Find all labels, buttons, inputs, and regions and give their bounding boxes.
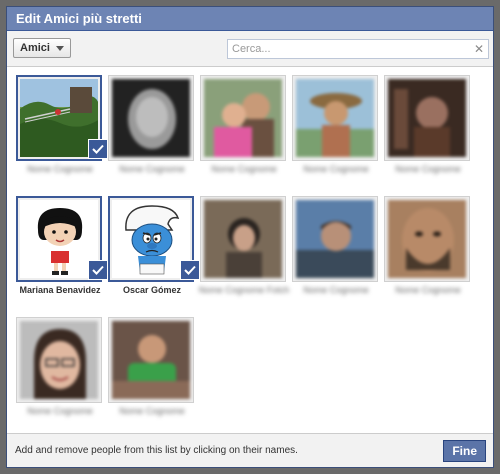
friends-filter-label: Amici bbox=[20, 42, 50, 54]
friend-photo bbox=[20, 321, 98, 399]
friend-name: Nome Cognome bbox=[303, 285, 369, 295]
dialog-toolbar: Amici ✕ bbox=[7, 31, 493, 67]
friend-name: Nome Cognome bbox=[303, 164, 369, 174]
dialog-title: Edit Amici più stretti bbox=[16, 11, 142, 26]
friend-photo-frame bbox=[200, 196, 286, 282]
friend-photo-frame bbox=[200, 75, 286, 161]
friend-photo bbox=[112, 321, 190, 399]
checkmark-icon bbox=[88, 139, 108, 159]
friend-photo bbox=[204, 200, 282, 278]
friend-tile[interactable]: Nome Cognome bbox=[108, 317, 196, 435]
friend-photo-frame bbox=[108, 75, 194, 161]
dialog-footer: Add and remove people from this list by … bbox=[7, 433, 493, 467]
friend-photo bbox=[20, 79, 98, 157]
friends-grid: Nome Cognome Nome Cognome Nome Cognome N… bbox=[7, 67, 493, 435]
friend-photo bbox=[112, 200, 190, 278]
friend-name: Nome Cognome Fotch bbox=[198, 285, 290, 295]
checkmark-icon bbox=[88, 260, 108, 280]
friend-name: Nome Cognome bbox=[119, 164, 185, 174]
friend-tile[interactable]: Oscar Gómez bbox=[108, 196, 200, 314]
friend-photo bbox=[296, 79, 374, 157]
friend-photo-frame bbox=[384, 196, 470, 282]
friend-name: Nome Cognome bbox=[27, 406, 93, 416]
checkmark-icon bbox=[180, 260, 200, 280]
friend-tile[interactable]: Nome Cognome bbox=[292, 196, 380, 314]
friend-tile[interactable]: Nome Cognome bbox=[200, 75, 288, 193]
friend-name: Nome Cognome bbox=[211, 164, 277, 174]
friend-tile[interactable]: Nome Cognome bbox=[16, 75, 108, 193]
friend-photo-frame bbox=[108, 317, 194, 403]
friend-photo bbox=[112, 79, 190, 157]
friend-tile[interactable]: Mariana Benavidez bbox=[16, 196, 108, 314]
dialog-titlebar: Edit Amici più stretti bbox=[7, 7, 493, 31]
friend-tile[interactable]: Nome Cognome bbox=[108, 75, 196, 193]
search-input[interactable] bbox=[228, 40, 468, 58]
friend-photo bbox=[296, 200, 374, 278]
friend-photo-frame bbox=[16, 317, 102, 403]
close-icon[interactable]: ✕ bbox=[474, 42, 484, 56]
friend-name: Nome Cognome bbox=[395, 164, 461, 174]
screen-backdrop: Edit Amici più stretti Amici ✕ bbox=[0, 0, 500, 474]
friend-name: Nome Cognome bbox=[119, 406, 185, 416]
friend-name: Mariana Benavidez bbox=[19, 285, 101, 295]
friend-photo-frame bbox=[292, 196, 378, 282]
friend-name: Nome Cognome bbox=[395, 285, 461, 295]
friends-filter-dropdown[interactable]: Amici bbox=[13, 38, 71, 58]
chevron-down-icon bbox=[55, 45, 64, 51]
footer-instructions: Add and remove people from this list by … bbox=[15, 445, 298, 456]
search-box: ✕ bbox=[227, 39, 489, 59]
friend-tile[interactable]: Nome Cognome bbox=[384, 196, 472, 314]
friend-photo bbox=[20, 200, 98, 278]
friend-name: Oscar Gómez bbox=[122, 285, 182, 295]
done-button[interactable]: Fine bbox=[443, 440, 486, 462]
friend-photo-frame bbox=[292, 75, 378, 161]
friend-name: Nome Cognome bbox=[27, 164, 93, 174]
friend-photo-frame bbox=[384, 75, 470, 161]
friend-photo bbox=[388, 79, 466, 157]
edit-list-dialog: Edit Amici più stretti Amici ✕ bbox=[6, 6, 494, 468]
friend-photo bbox=[204, 79, 282, 157]
friend-tile[interactable]: Nome Cognome bbox=[292, 75, 380, 193]
friend-tile[interactable]: Nome Cognome bbox=[16, 317, 104, 435]
friend-tile[interactable]: Nome Cognome Fotch bbox=[199, 196, 289, 314]
friend-photo bbox=[388, 200, 466, 278]
friend-tile[interactable]: Nome Cognome bbox=[384, 75, 472, 193]
